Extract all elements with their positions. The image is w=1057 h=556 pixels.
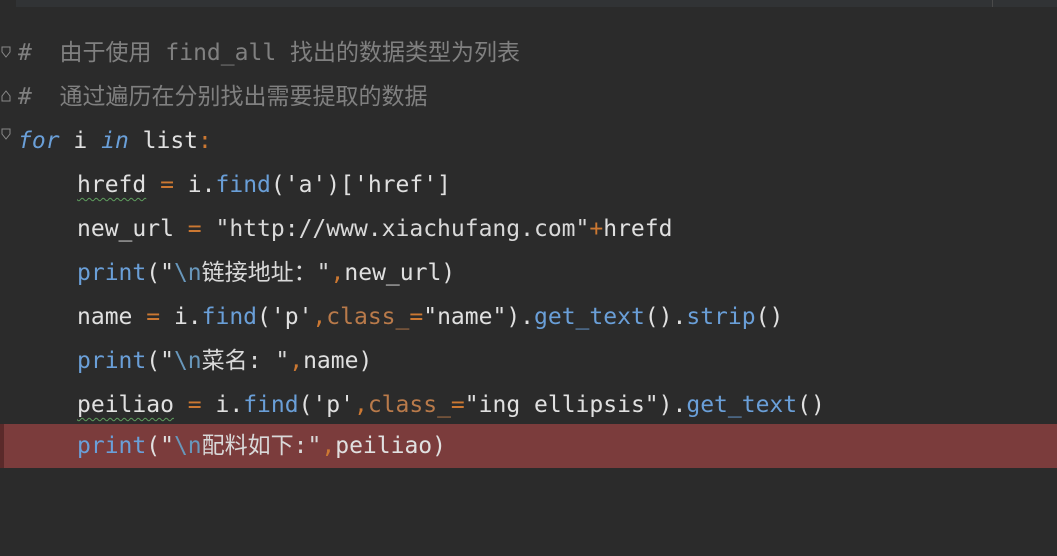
code-line-4[interactable]: hrefd = i.find('a')['href']	[0, 163, 1057, 207]
code-token: peiliao)	[335, 433, 446, 459]
fold-end-marker-icon[interactable]	[1, 90, 11, 102]
code-line-1[interactable]: # 由于使用 find_all 找出的数据类型为列表	[0, 31, 1057, 75]
code-token: i.	[173, 304, 202, 330]
code-token: ,	[321, 433, 336, 459]
editor-top-strip	[0, 0, 1057, 7]
code-token: 配料如下:"	[201, 433, 322, 459]
code-token: ('p'	[298, 392, 354, 418]
code-token: ("	[146, 433, 174, 459]
code-line-7[interactable]: name = i.find('p',class_="name").get_tex…	[0, 295, 1057, 339]
code-token: peiliao	[77, 392, 174, 418]
code-token: i.	[215, 392, 244, 418]
code-line-text: hrefd = i.find('a')['href']	[77, 163, 451, 207]
code-token: class_	[326, 304, 410, 330]
code-token: print	[77, 433, 147, 459]
right-margin-guide	[992, 0, 993, 7]
code-token: =	[173, 216, 216, 242]
code-token: =	[173, 392, 216, 418]
code-token: "http://www.xiachufang.com"	[215, 216, 590, 242]
code-editor[interactable]: # 由于使用 find_all 找出的数据类型为列表 # 通过遍历在分别找出需要…	[0, 0, 1057, 468]
code-line-text: # 通过遍历在分别找出需要提取的数据	[18, 75, 428, 119]
code-token: print	[77, 348, 147, 374]
code-token: class_	[367, 392, 451, 418]
code-line-text: for i in list:	[18, 119, 212, 163]
code-token: 菜名: "	[201, 348, 290, 374]
code-token: find	[215, 172, 271, 198]
code-token: ('a')['href']	[270, 172, 451, 198]
code-token: "name").	[423, 304, 535, 330]
code-token: \n	[173, 348, 202, 374]
code-token: :	[198, 128, 212, 154]
code-token: find	[243, 392, 299, 418]
code-token: hrefd	[77, 172, 147, 198]
code-token: +	[589, 216, 604, 242]
code-token: ,	[353, 392, 368, 418]
code-token: ,	[330, 260, 345, 286]
code-token: for	[18, 128, 60, 154]
code-token: \n	[173, 433, 202, 459]
code-token: # 通过遍历在分别找出需要提取的数据	[18, 84, 428, 110]
code-line-5[interactable]: new_url = "http://www.xiachufang.com"+hr…	[0, 207, 1057, 251]
code-token: ("	[146, 348, 174, 374]
fold-marker-icon[interactable]	[1, 128, 11, 140]
code-token: in	[101, 128, 129, 154]
code-token: i.	[187, 172, 216, 198]
code-line-text: peiliao = i.find('p',class_="ing ellipsi…	[77, 383, 825, 427]
code-token: ,	[312, 304, 327, 330]
code-token: "ing ellipsis").	[464, 392, 687, 418]
code-token: name	[77, 304, 133, 330]
code-token: \n	[173, 260, 202, 286]
code-line-8[interactable]: print("\n菜名: ",name)	[0, 339, 1057, 383]
code-token: =	[132, 304, 174, 330]
code-line-9[interactable]: peiliao = i.find('p',class_="ing ellipsi…	[0, 383, 1057, 427]
code-token: =	[146, 172, 188, 198]
code-token: print	[77, 260, 147, 286]
code-token: new_url)	[344, 260, 456, 286]
code-token: ().	[644, 304, 687, 330]
code-token: list	[128, 128, 199, 154]
code-line-text: print("\n菜名: ",name)	[77, 339, 372, 383]
code-token: ()	[755, 304, 784, 330]
code-token: # 由于使用 find_all 找出的数据类型为列表	[18, 40, 521, 66]
code-line-text: print("\n配料如下:",peiliao)	[77, 424, 446, 468]
code-line-3[interactable]: for i in list:	[0, 119, 1057, 163]
code-line-text: # 由于使用 find_all 找出的数据类型为列表	[18, 31, 520, 75]
code-line-6[interactable]: print("\n链接地址：",new_url)	[0, 251, 1057, 295]
code-token: hrefd	[603, 216, 673, 242]
code-token: get_text	[534, 304, 645, 330]
code-token: ('p'	[257, 304, 313, 330]
code-token: =	[409, 304, 424, 330]
code-token: ()	[797, 392, 825, 418]
code-line-text: name = i.find('p',class_="name").get_tex…	[77, 295, 783, 339]
code-token: find	[201, 304, 258, 330]
code-line-text: print("\n链接地址：",new_url)	[77, 251, 455, 295]
fold-marker-icon[interactable]	[1, 46, 11, 58]
code-token: i	[59, 128, 102, 154]
code-token: strip	[686, 304, 756, 330]
code-line-2[interactable]: # 通过遍历在分别找出需要提取的数据	[0, 75, 1057, 119]
code-token: new_url	[77, 216, 174, 242]
code-token: name)	[303, 348, 373, 374]
code-line-10-current[interactable]: print("\n配料如下:",peiliao)	[0, 424, 1057, 468]
code-token: ,	[289, 348, 304, 374]
code-token: =	[450, 392, 465, 418]
code-token: ("	[146, 260, 174, 286]
code-line-text: new_url = "http://www.xiachufang.com"+hr…	[77, 207, 672, 251]
code-token: get_text	[686, 392, 798, 418]
code-token: 链接地址："	[201, 260, 331, 286]
